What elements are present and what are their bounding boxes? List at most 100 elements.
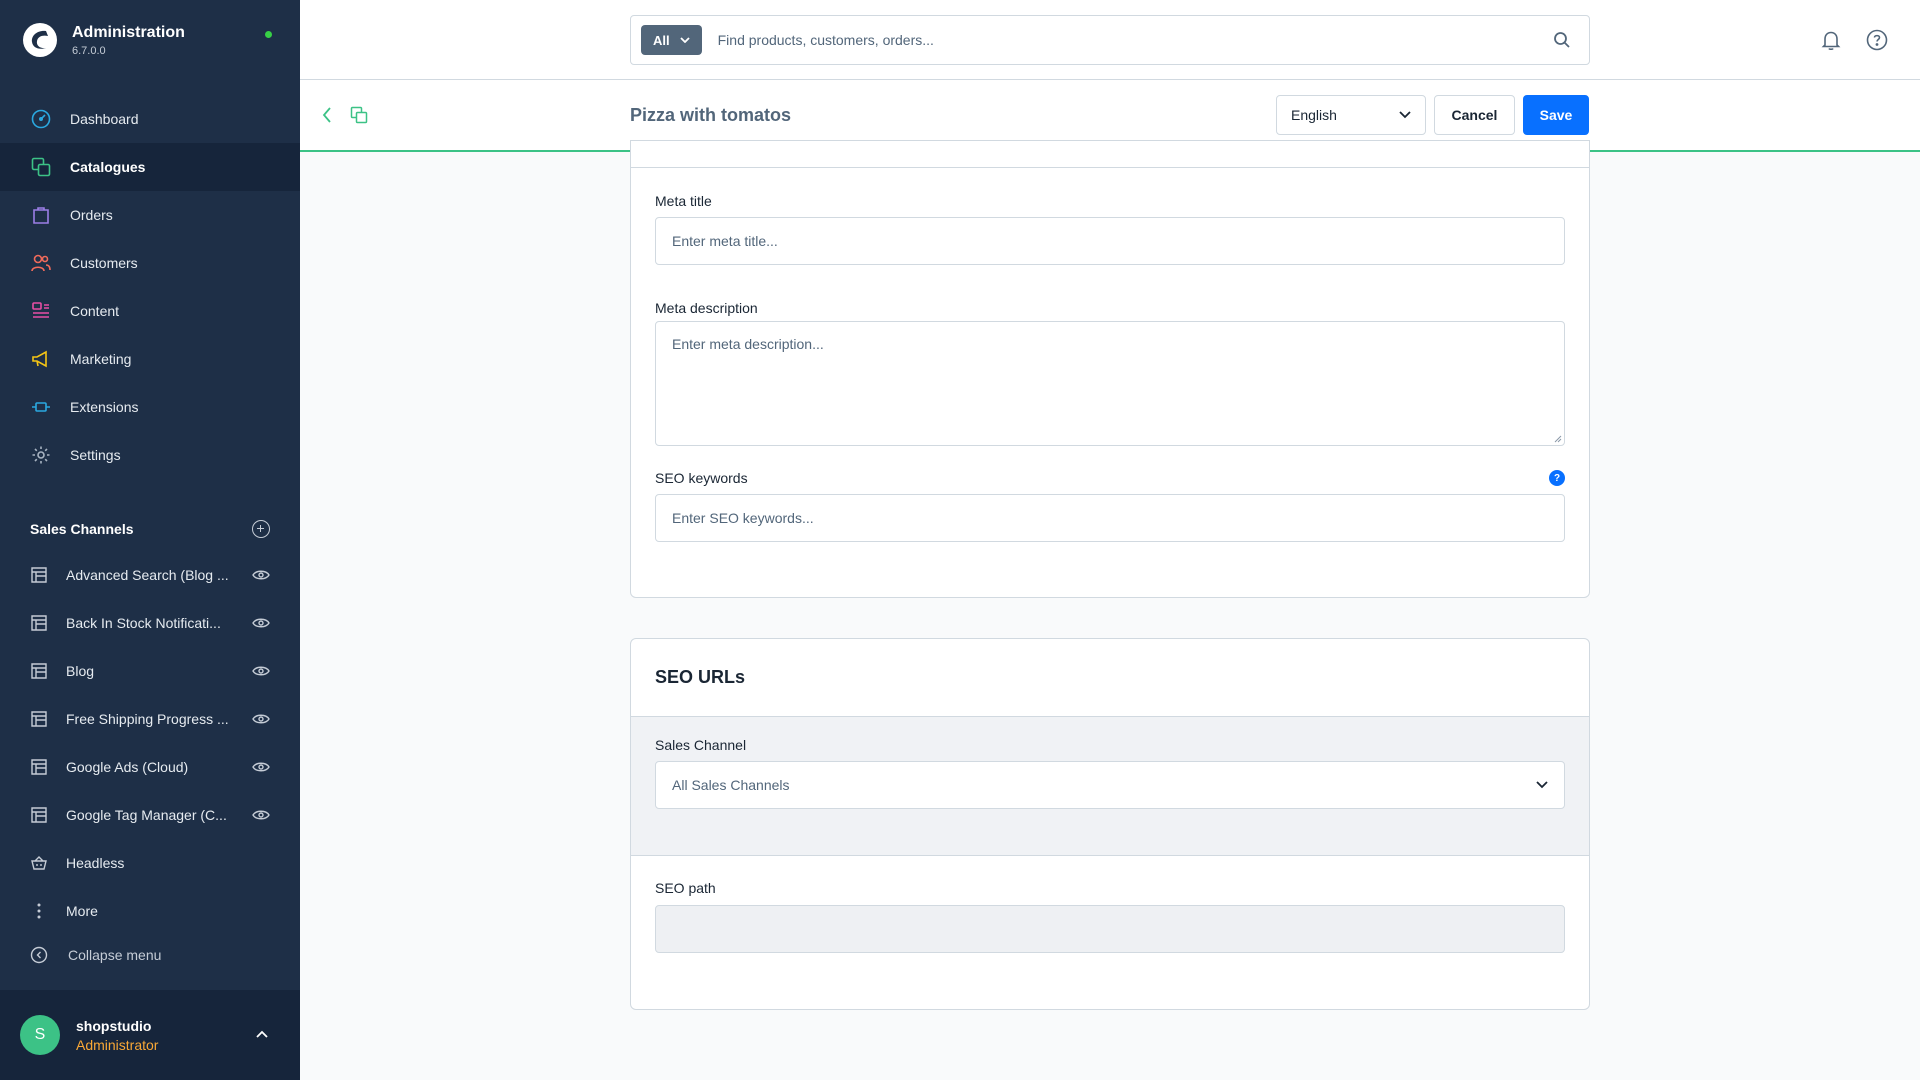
nav-label: Catalogues bbox=[70, 159, 146, 175]
user-role: Administrator bbox=[76, 1036, 159, 1053]
search-type-dropdown[interactable]: All bbox=[641, 25, 702, 55]
content-icon bbox=[30, 300, 52, 322]
eye-icon[interactable] bbox=[252, 809, 270, 821]
save-button[interactable]: Save bbox=[1523, 95, 1589, 135]
sales-channel-more[interactable]: More bbox=[0, 887, 300, 935]
sales-channel-value: All Sales Channels bbox=[672, 777, 790, 793]
nav-item-settings[interactable]: Settings bbox=[0, 431, 300, 479]
sales-channel-list: Advanced Search (Blog ... Back In Stock … bbox=[0, 551, 300, 935]
nav-item-marketing[interactable]: Marketing bbox=[0, 335, 300, 383]
meta-title-label: Meta title bbox=[655, 193, 712, 209]
storefront-icon bbox=[31, 615, 47, 631]
sales-channel-label: Free Shipping Progress ... bbox=[66, 711, 229, 727]
chevron-up-icon[interactable] bbox=[256, 1030, 268, 1038]
main-nav: Dashboard Catalogues Orders Customers Co… bbox=[0, 95, 300, 479]
add-sales-channel-icon[interactable] bbox=[252, 520, 270, 538]
collapse-menu-button[interactable]: Collapse menu bbox=[30, 946, 161, 964]
storefront-icon bbox=[31, 711, 47, 727]
sales-channel-item[interactable]: Advanced Search (Blog ... bbox=[0, 551, 300, 599]
eye-icon[interactable] bbox=[252, 713, 270, 725]
extensions-icon bbox=[30, 396, 52, 418]
sales-channel-label: Blog bbox=[66, 663, 95, 679]
seo-urls-title: SEO URLs bbox=[655, 667, 746, 687]
eye-icon[interactable] bbox=[252, 761, 270, 773]
orders-icon bbox=[30, 204, 52, 226]
nav-label: Marketing bbox=[70, 351, 132, 367]
meta-description-textarea[interactable]: Enter meta description... bbox=[655, 321, 1565, 446]
app-title: Administration bbox=[72, 23, 185, 41]
nav-item-content[interactable]: Content bbox=[0, 287, 300, 335]
online-status-dot bbox=[265, 31, 272, 38]
page-title: Pizza with tomatos bbox=[630, 105, 792, 125]
bell-icon[interactable] bbox=[1820, 29, 1842, 51]
sales-channel-label: Headless bbox=[66, 855, 125, 871]
chevron-down-icon bbox=[679, 37, 690, 43]
user-name: shopstudio bbox=[76, 1017, 152, 1034]
language-value: English bbox=[1291, 107, 1337, 123]
sales-channel-item-headless[interactable]: Headless bbox=[0, 839, 300, 887]
nav-label: Customers bbox=[70, 255, 138, 271]
storefront-icon bbox=[31, 567, 47, 583]
help-tooltip-icon[interactable]: ? bbox=[1549, 470, 1565, 486]
sales-channel-item[interactable]: Back In Stock Notificati... bbox=[0, 599, 300, 647]
meta-description-placeholder: Enter meta description... bbox=[672, 336, 824, 352]
divider bbox=[631, 167, 1589, 168]
nav-item-orders[interactable]: Orders bbox=[0, 191, 300, 239]
sidebar: Administration 6.7.0.0 Dashboard Catalog… bbox=[0, 0, 300, 1080]
eye-icon[interactable] bbox=[252, 617, 270, 629]
catalogue-icon bbox=[30, 156, 52, 178]
copy-icon[interactable] bbox=[350, 106, 368, 124]
sales-channel-label: Google Ads (Cloud) bbox=[66, 759, 189, 775]
chevron-down-icon bbox=[1536, 781, 1548, 789]
basket-icon bbox=[31, 856, 47, 870]
help-icon[interactable] bbox=[1866, 29, 1888, 51]
cancel-button[interactable]: Cancel bbox=[1434, 95, 1515, 135]
search-icon[interactable] bbox=[1553, 31, 1571, 49]
nav-label: Extensions bbox=[70, 399, 139, 415]
seo-urls-card: SEO URLs Sales Channel All Sales Channel… bbox=[630, 638, 1590, 1010]
storefront-icon bbox=[31, 663, 47, 679]
search-input[interactable] bbox=[717, 32, 1553, 48]
shopware-logo-icon bbox=[23, 23, 57, 57]
meta-title-input[interactable]: Enter meta title... bbox=[655, 217, 1565, 265]
brand[interactable]: Administration 6.7.0.0 bbox=[22, 22, 185, 58]
more-vertical-icon bbox=[37, 903, 41, 919]
sales-channel-item[interactable]: Free Shipping Progress ... bbox=[0, 695, 300, 743]
eye-icon[interactable] bbox=[252, 569, 270, 581]
nav-item-extensions[interactable]: Extensions bbox=[0, 383, 300, 431]
eye-icon[interactable] bbox=[252, 665, 270, 677]
resize-grip-icon[interactable] bbox=[1554, 435, 1562, 443]
sales-channel-label: Google Tag Manager (C... bbox=[66, 807, 227, 823]
seo-keywords-input[interactable]: Enter SEO keywords... bbox=[655, 494, 1565, 542]
nav-label: Content bbox=[70, 303, 120, 319]
chevron-down-icon bbox=[1399, 111, 1411, 119]
customers-icon bbox=[30, 252, 52, 274]
sales-channels-title: Sales Channels bbox=[30, 521, 134, 537]
sales-channel-item[interactable]: Google Ads (Cloud) bbox=[0, 743, 300, 791]
nav-label: Settings bbox=[70, 447, 121, 463]
nav-label: Orders bbox=[70, 207, 113, 223]
nav-item-catalogues[interactable]: Catalogues bbox=[0, 143, 300, 191]
seo-path-input bbox=[655, 905, 1565, 953]
sales-channel-item[interactable]: Google Tag Manager (C... bbox=[0, 791, 300, 839]
top-bar: All bbox=[300, 0, 1920, 80]
sales-channel-select[interactable]: All Sales Channels bbox=[655, 761, 1565, 809]
seo-path-label: SEO path bbox=[655, 880, 716, 896]
sales-channel-label: Advanced Search (Blog ... bbox=[66, 567, 229, 583]
language-select[interactable]: English bbox=[1276, 95, 1426, 135]
sales-channel-item[interactable]: Blog bbox=[0, 647, 300, 695]
sales-channels-header: Sales Channels bbox=[30, 520, 270, 538]
sales-channel-label: Back In Stock Notificati... bbox=[66, 615, 221, 631]
back-chevron-icon[interactable] bbox=[320, 106, 334, 124]
search-type-label: All bbox=[653, 32, 670, 48]
nav-item-dashboard[interactable]: Dashboard bbox=[0, 95, 300, 143]
collapse-menu-label: Collapse menu bbox=[68, 947, 162, 963]
storefront-icon bbox=[31, 759, 47, 775]
user-menu[interactable]: S shopstudio Administrator bbox=[0, 990, 300, 1080]
settings-icon bbox=[30, 444, 52, 466]
sales-channel-label: Sales Channel bbox=[655, 737, 747, 753]
dashboard-icon bbox=[30, 108, 52, 130]
nav-item-customers[interactable]: Customers bbox=[0, 239, 300, 287]
collapse-chevron-icon bbox=[30, 946, 48, 964]
avatar: S bbox=[20, 1015, 60, 1055]
